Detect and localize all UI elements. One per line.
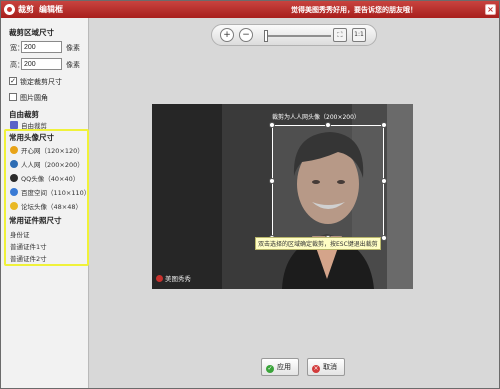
- crop-handle-top[interactable]: [325, 122, 331, 128]
- zoom-in-icon[interactable]: +: [220, 28, 234, 42]
- crop-handle-top-right[interactable]: [381, 122, 387, 128]
- fit-window-icon[interactable]: ⛶: [333, 28, 347, 42]
- share-promo-link[interactable]: 觉得美图秀秀好用，要告诉您的朋友哦！: [291, 5, 417, 15]
- rounded-corner-label: 图片圆角: [20, 94, 48, 102]
- height-input[interactable]: [21, 58, 62, 70]
- crop-canvas-area: + − ⛶ 1:1 裁剪为人人网头像（200×200） 双击选择的区域确定裁剪，…: [90, 18, 499, 388]
- app-logo-icon: [4, 4, 15, 15]
- close-button[interactable]: ×: [485, 4, 496, 15]
- lock-size-checkbox[interactable]: ✓: [9, 77, 17, 85]
- apply-button[interactable]: ✓ 应用: [261, 358, 299, 376]
- window-title: 裁剪: [18, 5, 34, 14]
- cancel-icon: ×: [312, 365, 320, 373]
- crop-size-title: 裁剪区域尺寸: [9, 28, 54, 37]
- crop-size-label: 裁剪为人人网头像（200×200）: [272, 114, 360, 121]
- crop-window: 裁剪 编辑框 觉得美图秀秀好用，要告诉您的朋友哦！ × 裁剪区域尺寸 宽： 像素…: [0, 0, 500, 389]
- watermark: 美图秀秀: [156, 273, 191, 283]
- zoom-toolbar: + − ⛶ 1:1: [211, 24, 377, 46]
- rounded-corner-checkbox[interactable]: [9, 93, 17, 101]
- crop-handle-top-left[interactable]: [269, 122, 275, 128]
- actual-size-icon[interactable]: 1:1: [352, 28, 366, 42]
- crop-tip-tooltip: 双击选择的区域确定裁剪，按ESC键退出裁剪: [255, 237, 381, 250]
- zoom-slider-track[interactable]: [265, 35, 331, 37]
- zoom-out-icon[interactable]: −: [239, 28, 253, 42]
- crop-selection-box[interactable]: [272, 125, 384, 238]
- crop-handle-right[interactable]: [381, 178, 387, 184]
- title-bar: 裁剪 编辑框 觉得美图秀秀好用，要告诉您的朋友哦！ ×: [1, 1, 499, 18]
- free-crop-title: 自由裁剪: [9, 110, 39, 119]
- crop-handle-bottom-right[interactable]: [381, 235, 387, 241]
- width-unit: 像素: [66, 44, 80, 52]
- window-subtitle: 编辑框: [39, 5, 63, 14]
- crop-handle-left[interactable]: [269, 178, 275, 184]
- check-icon: ✓: [266, 365, 274, 373]
- avatar-highlight-box: [4, 129, 89, 266]
- zoom-slider-thumb[interactable]: [264, 30, 268, 42]
- width-input[interactable]: [21, 41, 62, 53]
- lock-size-label: 锁定裁剪尺寸: [20, 78, 62, 86]
- crop-settings-panel: 裁剪区域尺寸 宽： 像素 高： 像素 ✓ 锁定裁剪尺寸 图片圆角 自由裁剪 自由…: [1, 18, 90, 388]
- scissors-icon: [10, 121, 18, 129]
- height-unit: 像素: [66, 61, 80, 69]
- photo-canvas[interactable]: 裁剪为人人网头像（200×200） 双击选择的区域确定裁剪，按ESC键退出裁剪 …: [152, 104, 413, 289]
- cancel-button[interactable]: × 取消: [307, 358, 345, 376]
- meitu-logo-icon: [156, 275, 163, 282]
